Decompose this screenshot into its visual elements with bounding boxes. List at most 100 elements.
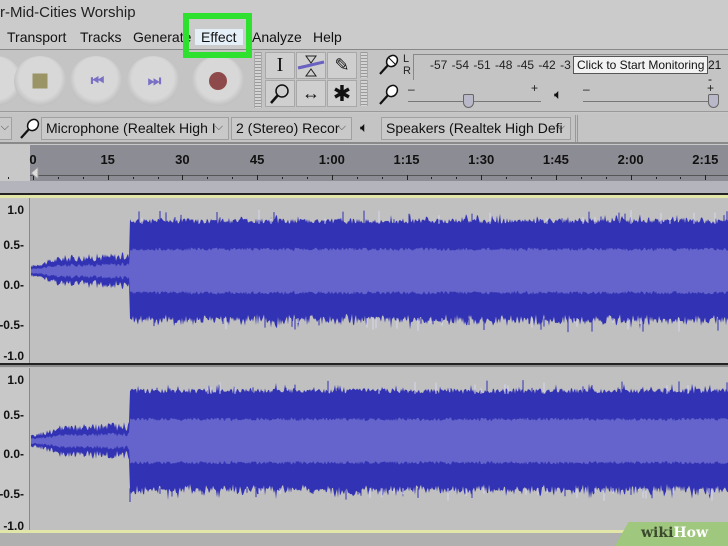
amplitude-label: -0.5- bbox=[0, 487, 24, 501]
play-head-marker-icon[interactable] bbox=[31, 167, 39, 179]
timeline-tick bbox=[132, 177, 134, 179]
envelope-tool-button[interactable] bbox=[296, 52, 326, 79]
timeline-label: 15 bbox=[100, 152, 115, 167]
menu-generate[interactable]: Generate bbox=[133, 29, 191, 45]
timeline-label: 2:00 bbox=[617, 152, 644, 167]
audio-track-left[interactable]: 1.0 0.5- 0.0- -0.5- -1.0 bbox=[0, 193, 728, 363]
meter-scale-tail: 21 - bbox=[708, 58, 722, 86]
timeline-ruler[interactable]: 0 15 30 45 1:00 1:15 1:30 1:45 2:00 2:15 bbox=[0, 145, 728, 193]
recording-device-dropdown[interactable]: Microphone (Realtek High I ⌵ bbox=[41, 117, 229, 140]
timeline-tick bbox=[82, 177, 84, 179]
timeline-label: 1:00 bbox=[318, 152, 345, 167]
track-divider bbox=[0, 365, 728, 367]
recording-volume-slider[interactable] bbox=[408, 101, 541, 102]
menu-transport[interactable]: Transport bbox=[7, 29, 66, 45]
toolbar-separator bbox=[575, 115, 578, 142]
toolbar-grip[interactable] bbox=[254, 52, 262, 108]
waveform-left[interactable] bbox=[31, 198, 728, 348]
skip-end-icon: ⏭ bbox=[147, 72, 161, 90]
menu-analyze[interactable]: Analyze bbox=[252, 29, 302, 45]
recording-channels-value: 2 (Stereo) Recor bbox=[236, 120, 340, 136]
timeline-tick bbox=[431, 177, 433, 179]
menu-effect[interactable]: Effect bbox=[195, 29, 243, 45]
watermark-wiki: wiki bbox=[641, 525, 674, 541]
timeline-label: 30 bbox=[175, 152, 190, 167]
audio-host-dropdown[interactable]: ⌵ bbox=[0, 117, 12, 140]
amplitude-label: 1.0 bbox=[7, 203, 24, 217]
timeline-tick bbox=[57, 177, 59, 179]
timeline-tick bbox=[232, 177, 234, 179]
meter-left-label: L bbox=[403, 53, 410, 65]
skip-to-start-button[interactable]: ⏮ bbox=[70, 56, 122, 106]
skip-start-icon: ⏮ bbox=[90, 72, 104, 90]
device-toolbar: ⌵ Microphone (Realtek High I ⌵ 2 (Stereo… bbox=[0, 113, 728, 144]
stop-button[interactable] bbox=[14, 56, 66, 106]
menu-help[interactable]: Help bbox=[313, 29, 342, 45]
skip-to-end-button[interactable]: ⏭ bbox=[127, 56, 179, 106]
selection-tool-icon: I bbox=[276, 54, 284, 76]
track-selection-line bbox=[0, 530, 728, 533]
microphone-icon bbox=[20, 118, 40, 139]
draw-tool-button[interactable]: ✎ bbox=[327, 52, 357, 79]
monitoring-tooltip: Click to Start Monitoring bbox=[573, 56, 709, 74]
record-button[interactable] bbox=[192, 56, 244, 106]
stop-icon bbox=[32, 73, 48, 89]
timeline-tick bbox=[580, 177, 582, 179]
timeline-tick bbox=[406, 175, 408, 180]
timeline-tick bbox=[306, 177, 308, 179]
meter-right-label: R bbox=[403, 65, 411, 77]
menu-bar: Transport Tracks Generate Effect Analyze… bbox=[0, 26, 728, 50]
microphone-icon[interactable] bbox=[376, 53, 400, 77]
chevron-down-icon: ⌵ bbox=[337, 121, 346, 133]
timeline-tick bbox=[207, 177, 209, 179]
chevron-down-icon: ⌵ bbox=[214, 121, 223, 133]
ruler-baseline bbox=[30, 175, 728, 176]
draw-tool-icon: ✎ bbox=[334, 55, 350, 75]
timeline-tick bbox=[282, 177, 283, 179]
timeline-tick bbox=[331, 175, 333, 180]
recording-channels-dropdown[interactable]: 2 (Stereo) Recor ⌵ bbox=[231, 117, 352, 140]
menu-tracks[interactable]: Tracks bbox=[80, 29, 121, 45]
envelope-tool-icon bbox=[297, 55, 325, 76]
playback-device-value: Speakers (Realtek High Defi bbox=[386, 120, 563, 136]
multi-tool-button[interactable]: ✱ bbox=[327, 80, 357, 107]
timeline-tick bbox=[107, 175, 109, 180]
selection-tool-button[interactable]: I bbox=[265, 52, 295, 79]
playback-device-dropdown[interactable]: Speakers (Realtek High Defi ⌵ bbox=[381, 117, 571, 140]
chevron-down-icon: ⌵ bbox=[0, 121, 9, 133]
ruler-bottom-bar bbox=[0, 181, 728, 193]
timeline-tick bbox=[157, 177, 159, 179]
meter-grip[interactable] bbox=[360, 52, 368, 78]
time-shift-tool-button[interactable]: ↔ bbox=[296, 80, 326, 107]
record-icon bbox=[209, 72, 227, 90]
time-shift-tool-icon: ↔ bbox=[302, 83, 320, 103]
amplitude-label: 0.0- bbox=[3, 278, 24, 292]
playback-volume-icon: 🔈︎ bbox=[554, 86, 563, 102]
speaker-icon: 🔈︎ bbox=[360, 119, 369, 135]
amplitude-ruler: 1.0 0.5- 0.0- -0.5- -1.0 bbox=[0, 368, 30, 533]
timeline-tick bbox=[456, 177, 458, 179]
audio-track-right[interactable]: 1.0 0.5- 0.0- -0.5- -1.0 bbox=[0, 363, 728, 533]
waveform-right[interactable] bbox=[31, 368, 728, 518]
timeline-tick bbox=[605, 177, 607, 179]
recording-volume-thumb[interactable] bbox=[462, 94, 474, 108]
timeline-tick bbox=[680, 177, 682, 179]
timeline-label: 0 bbox=[29, 152, 37, 167]
amplitude-ruler: 1.0 0.5- 0.0- -0.5- -1.0 bbox=[0, 198, 30, 363]
playback-volume-slider[interactable] bbox=[583, 101, 716, 102]
mixer-grip[interactable] bbox=[360, 80, 368, 106]
amplitude-label: 0.0- bbox=[3, 447, 24, 461]
playback-volume-minus: – bbox=[583, 82, 590, 96]
chevron-down-icon: ⌵ bbox=[556, 121, 565, 133]
timeline-tick bbox=[381, 177, 383, 179]
timeline-tick bbox=[182, 175, 184, 180]
zoom-tool-icon bbox=[270, 83, 289, 104]
watermark-how: How bbox=[673, 525, 709, 541]
timeline-tick bbox=[705, 175, 707, 180]
amplitude-label: -1.0 bbox=[3, 349, 24, 363]
timeline-label: 1:15 bbox=[393, 152, 420, 167]
multi-tool-icon: ✱ bbox=[332, 80, 352, 106]
zoom-tool-button[interactable] bbox=[265, 80, 295, 107]
timeline-tick bbox=[257, 175, 259, 180]
playback-volume-thumb[interactable] bbox=[708, 94, 720, 108]
